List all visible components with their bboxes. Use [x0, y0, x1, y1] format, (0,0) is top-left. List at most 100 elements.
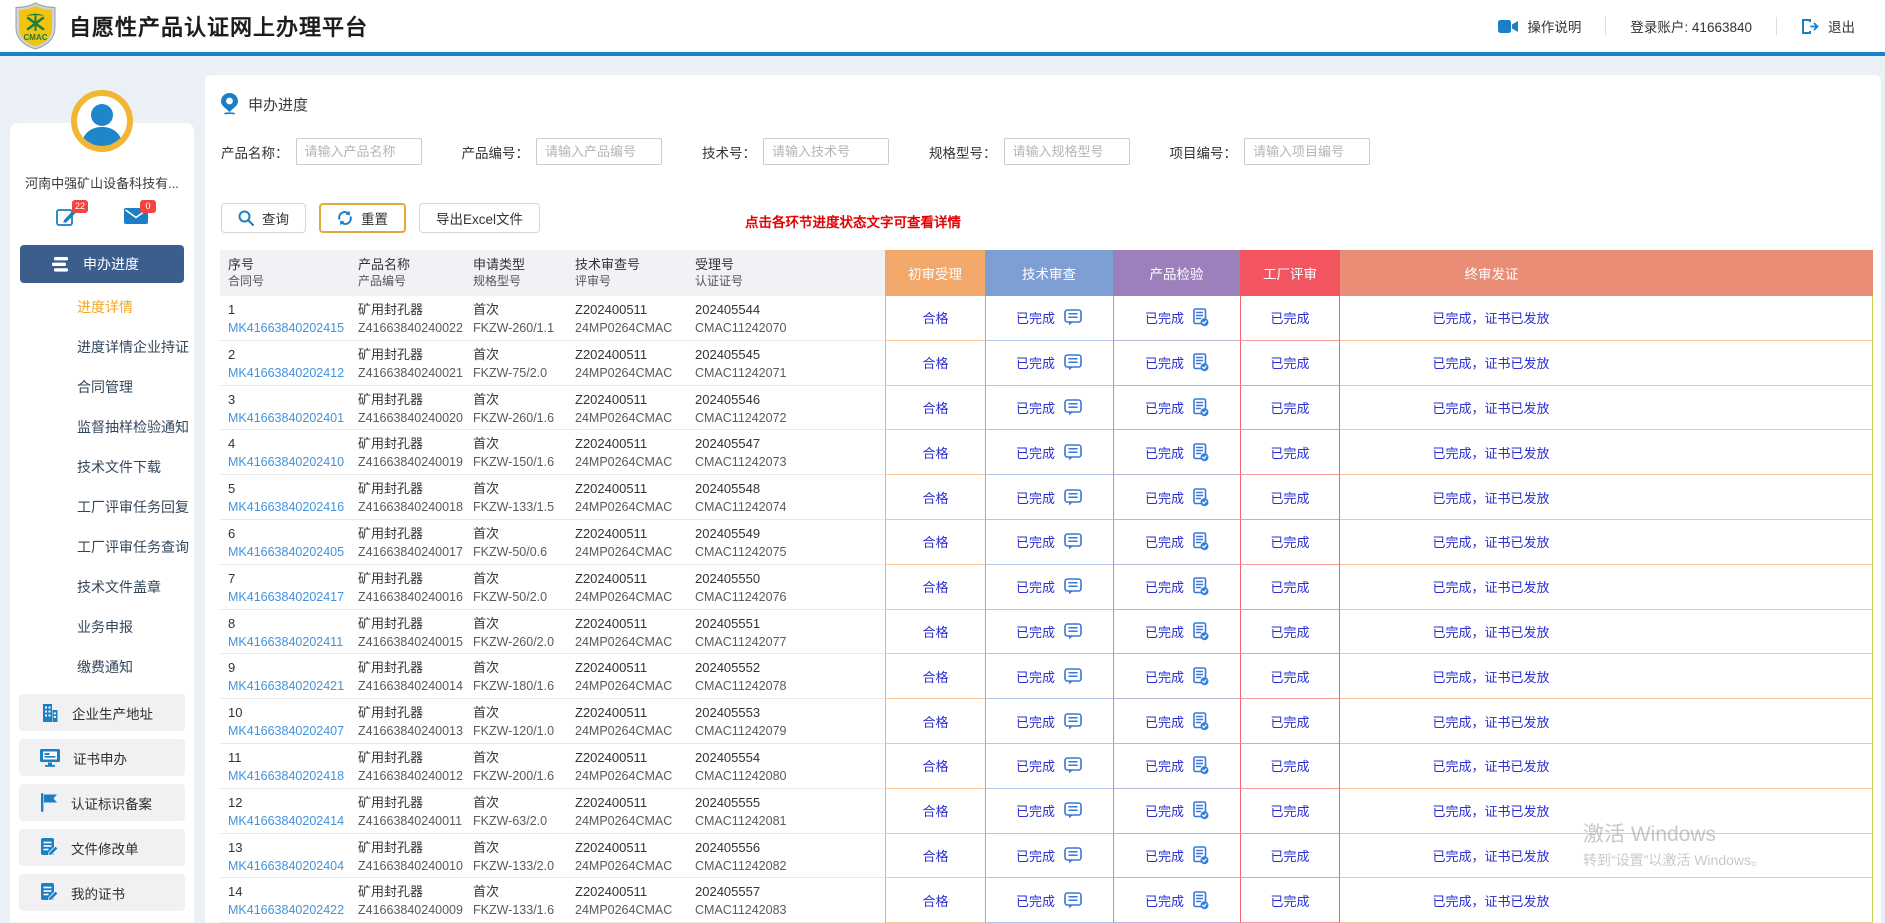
contract-link[interactable]: MK41663840202407	[228, 722, 350, 741]
status-link[interactable]: 已完成，证书已发放	[1432, 488, 1549, 507]
status-link[interactable]: 已完成	[1145, 756, 1184, 775]
status-link[interactable]: 合格	[922, 801, 948, 820]
status-link[interactable]: 已完成	[1270, 846, 1309, 865]
help-button[interactable]: 操作说明	[1498, 16, 1581, 36]
contract-link[interactable]: MK41663840202410	[228, 453, 350, 472]
status-link[interactable]: 已完成	[1016, 756, 1055, 775]
comment-icon[interactable]	[1064, 668, 1083, 685]
comment-icon[interactable]	[1064, 847, 1083, 864]
sidebar-item-certification-mark-filing[interactable]: 认证标识备案	[19, 784, 185, 821]
status-link[interactable]: 已完成	[1145, 488, 1184, 507]
status-link[interactable]: 已完成	[1145, 801, 1184, 820]
contract-link[interactable]: MK41663840202414	[228, 812, 350, 831]
status-link[interactable]: 已完成	[1270, 712, 1309, 731]
comment-icon[interactable]	[1064, 623, 1083, 640]
mail-notifications-button[interactable]: 0	[124, 207, 148, 229]
document-check-icon[interactable]	[1193, 846, 1209, 865]
document-check-icon[interactable]	[1193, 712, 1209, 731]
status-link[interactable]: 已完成，证书已发放	[1432, 712, 1549, 731]
status-link[interactable]: 合格	[922, 488, 948, 507]
contract-link[interactable]: MK41663840202418	[228, 767, 350, 786]
status-link[interactable]: 已完成，证书已发放	[1432, 801, 1549, 820]
status-link[interactable]: 已完成，证书已发放	[1432, 443, 1549, 462]
status-link[interactable]: 已完成	[1145, 846, 1184, 865]
comment-icon[interactable]	[1064, 757, 1083, 774]
project-no-input[interactable]	[1244, 138, 1370, 165]
status-link[interactable]: 已完成	[1145, 891, 1184, 910]
status-link[interactable]: 已完成	[1270, 443, 1309, 462]
contract-link[interactable]: MK41663840202417	[228, 588, 350, 607]
status-link[interactable]: 合格	[922, 353, 948, 372]
sidebar-item-production-address[interactable]: 企业生产地址	[19, 694, 185, 731]
status-link[interactable]: 合格	[922, 667, 948, 686]
status-link[interactable]: 合格	[922, 622, 948, 641]
sidebar-item-certificate-application[interactable]: 证书申办	[19, 739, 185, 776]
status-link[interactable]: 合格	[922, 846, 948, 865]
comment-icon[interactable]	[1064, 713, 1083, 730]
status-link[interactable]: 合格	[922, 891, 948, 910]
sidebar-subitem-factory-review-task-reply[interactable]: 工厂评审任务回复	[10, 487, 194, 527]
sidebar-subitem-technical-file-stamp[interactable]: 技术文件盖章	[10, 567, 194, 607]
document-check-icon[interactable]	[1193, 891, 1209, 910]
status-link[interactable]: 已完成	[1016, 443, 1055, 462]
status-link[interactable]: 已完成	[1016, 353, 1055, 372]
status-link[interactable]: 已完成	[1270, 398, 1309, 417]
product-name-input[interactable]	[296, 138, 422, 165]
status-link[interactable]: 已完成	[1016, 846, 1055, 865]
edit-notifications-button[interactable]: 22	[56, 207, 80, 229]
document-check-icon[interactable]	[1193, 443, 1209, 462]
status-link[interactable]: 已完成，证书已发放	[1432, 577, 1549, 596]
status-link[interactable]: 合格	[922, 308, 948, 327]
status-link[interactable]: 已完成	[1016, 667, 1055, 686]
tech-no-input[interactable]	[763, 138, 889, 165]
contract-link[interactable]: MK41663840202404	[228, 857, 350, 876]
comment-icon[interactable]	[1064, 489, 1083, 506]
status-link[interactable]: 已完成	[1016, 577, 1055, 596]
status-link[interactable]: 已完成	[1145, 712, 1184, 731]
status-link[interactable]: 已完成	[1270, 532, 1309, 551]
comment-icon[interactable]	[1064, 533, 1083, 550]
sidebar-item-my-certificates[interactable]: 我的证书	[19, 874, 185, 911]
document-check-icon[interactable]	[1193, 667, 1209, 686]
export-excel-button[interactable]: 导出Excel文件	[419, 203, 540, 233]
sidebar-subitem-progress-detail-certified[interactable]: 进度详情企业持证	[10, 327, 194, 367]
comment-icon[interactable]	[1064, 892, 1083, 909]
sidebar-subitem-technical-file-download[interactable]: 技术文件下载	[10, 447, 194, 487]
status-link[interactable]: 合格	[922, 756, 948, 775]
logout-button[interactable]: 退出	[1801, 16, 1855, 36]
status-link[interactable]: 已完成	[1016, 622, 1055, 641]
spec-model-input[interactable]	[1004, 138, 1130, 165]
document-check-icon[interactable]	[1193, 308, 1209, 327]
status-link[interactable]: 已完成	[1145, 398, 1184, 417]
status-link[interactable]: 已完成，证书已发放	[1432, 756, 1549, 775]
document-check-icon[interactable]	[1193, 488, 1209, 507]
contract-link[interactable]: MK41663840202411	[228, 633, 350, 652]
status-link[interactable]: 已完成	[1270, 622, 1309, 641]
contract-link[interactable]: MK41663840202421	[228, 677, 350, 696]
status-link[interactable]: 已完成	[1016, 398, 1055, 417]
status-link[interactable]: 合格	[922, 398, 948, 417]
status-link[interactable]: 已完成	[1270, 891, 1309, 910]
contract-link[interactable]: MK41663840202416	[228, 498, 350, 517]
status-link[interactable]: 已完成	[1270, 353, 1309, 372]
status-link[interactable]: 已完成	[1016, 488, 1055, 507]
status-link[interactable]: 已完成	[1270, 308, 1309, 327]
status-link[interactable]: 已完成	[1145, 443, 1184, 462]
comment-icon[interactable]	[1064, 309, 1083, 326]
status-link[interactable]: 合格	[922, 577, 948, 596]
status-link[interactable]: 已完成	[1016, 801, 1055, 820]
status-link[interactable]: 已完成	[1145, 622, 1184, 641]
status-link[interactable]: 合格	[922, 532, 948, 551]
status-link[interactable]: 已完成	[1016, 712, 1055, 731]
document-check-icon[interactable]	[1193, 398, 1209, 417]
document-check-icon[interactable]	[1193, 801, 1209, 820]
status-link[interactable]: 已完成	[1016, 308, 1055, 327]
status-link[interactable]: 已完成，证书已发放	[1432, 891, 1549, 910]
status-link[interactable]: 已完成，证书已发放	[1432, 622, 1549, 641]
document-check-icon[interactable]	[1193, 532, 1209, 551]
status-link[interactable]: 已完成	[1145, 667, 1184, 686]
contract-link[interactable]: MK41663840202412	[228, 364, 350, 383]
status-link[interactable]: 已完成	[1016, 532, 1055, 551]
comment-icon[interactable]	[1064, 399, 1083, 416]
document-check-icon[interactable]	[1193, 353, 1209, 372]
